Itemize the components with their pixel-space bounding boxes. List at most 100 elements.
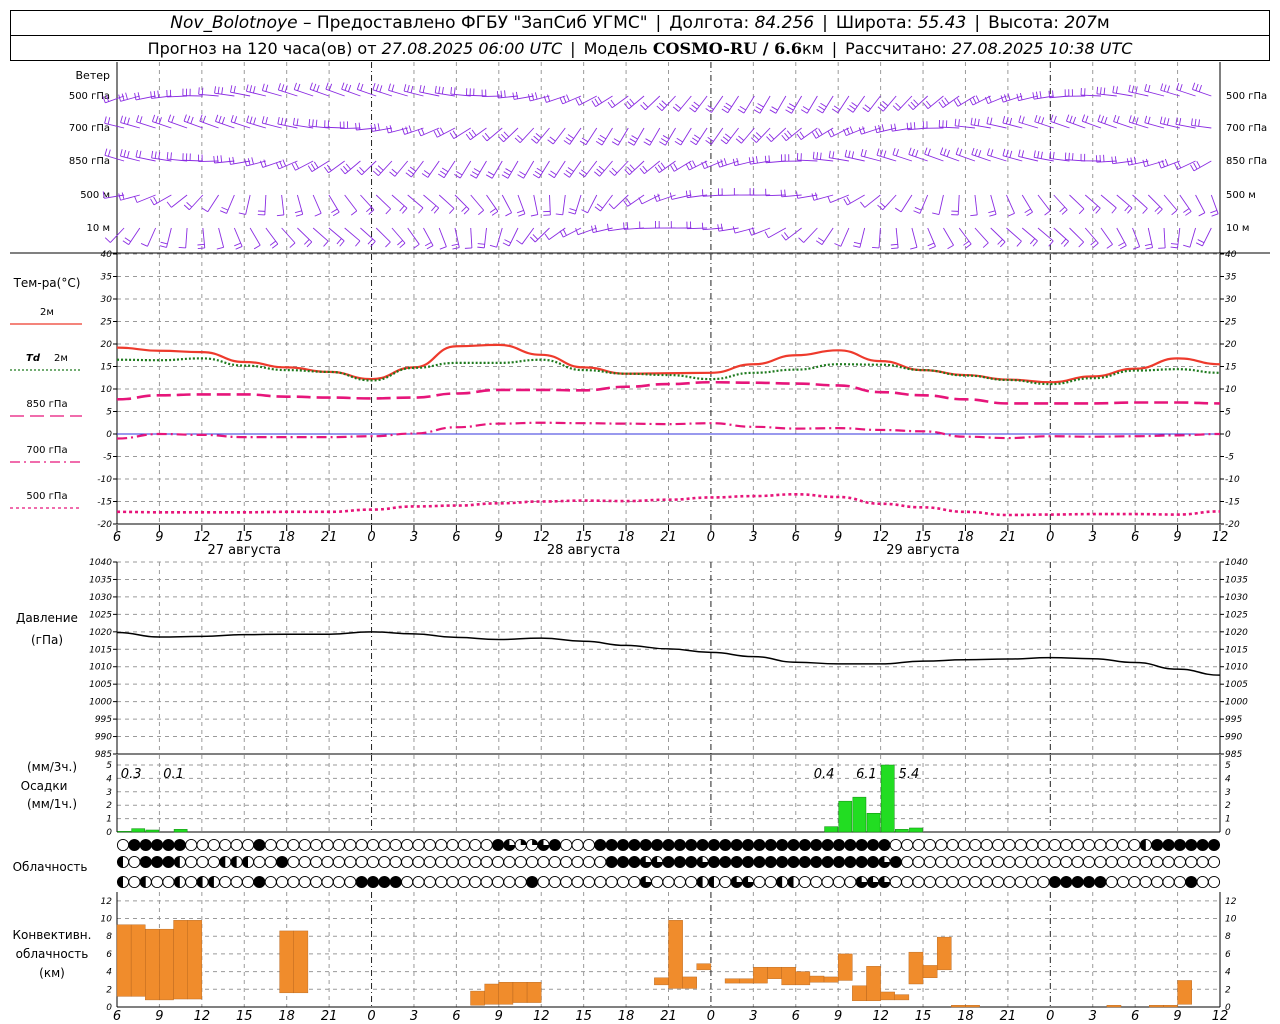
wind-barb-feather	[781, 134, 787, 141]
wind-barb-feather	[277, 116, 280, 124]
cloud-symbol	[230, 875, 243, 889]
cloud-symbol	[241, 875, 255, 889]
cloud-symbol	[616, 838, 630, 852]
cloud-circle	[685, 855, 698, 869]
wind-barb-feather	[316, 84, 320, 92]
wind-barb-shaft	[882, 194, 897, 211]
cloud-panel-label: Облачность	[13, 860, 88, 874]
wind-barb-feather	[645, 138, 652, 143]
wind-barb-feather	[1033, 150, 1036, 158]
cloud-symbol	[446, 875, 459, 889]
wind-barb-feather	[828, 150, 831, 158]
wind-barb-feather	[626, 100, 632, 107]
cloud-circle	[332, 875, 345, 889]
wind-barb	[512, 91, 534, 100]
cloud-symbol	[776, 838, 789, 852]
wind-barb-feather	[562, 95, 567, 103]
wind-barb-feather	[1178, 118, 1182, 126]
precip-units-3h: (мм/3ч.)	[27, 760, 77, 774]
cloud-circle	[571, 838, 584, 852]
wind-barb-feather	[1171, 209, 1178, 216]
wind-barb	[1179, 194, 1192, 216]
wind-barb-shaft	[600, 194, 613, 212]
wind-barb	[938, 120, 960, 129]
wind-barb	[1084, 227, 1099, 249]
wind-barb-feather	[439, 127, 445, 135]
x-tick-label: 21	[660, 1009, 677, 1024]
x-tick-label: 15	[915, 1009, 932, 1024]
wind-barb-feather	[882, 100, 889, 107]
cloud-symbol	[798, 855, 811, 869]
conv-panel-label: (км)	[39, 966, 65, 980]
wind-barb	[877, 194, 897, 211]
wind-level-label: 500 гПа	[69, 91, 110, 102]
cloud-circle	[1139, 875, 1152, 889]
wind-barb	[496, 90, 519, 99]
wind-barb-feather	[489, 244, 497, 248]
x-tick-label: 9	[495, 530, 503, 545]
cloud-symbol	[594, 838, 607, 852]
cloud-circle	[537, 855, 550, 869]
wind-level-label: 500 гПа	[1226, 91, 1267, 102]
wind-barb	[674, 127, 692, 146]
wind-barb-feather	[748, 228, 752, 236]
wind-barb-shaft	[911, 227, 918, 248]
wind-barb	[670, 221, 692, 229]
pressure-tick-label: 1005	[89, 680, 112, 690]
wind-barb-feather	[670, 165, 675, 172]
wind-barb	[1116, 227, 1127, 250]
wind-barb-shaft	[128, 227, 141, 245]
wind-barb-shaft	[246, 90, 266, 97]
wind-barb-feather	[914, 207, 922, 211]
wind-barb-feather	[1145, 247, 1153, 250]
wind-barb-shaft	[233, 227, 243, 247]
conv-tick-label: 8	[106, 932, 112, 942]
wind-barb-feather	[1194, 118, 1197, 126]
wind-barb-feather	[1198, 119, 1200, 127]
wind-barb-feather	[1061, 209, 1068, 215]
wind-barb-feather	[153, 90, 156, 99]
wind-barb-feather	[1100, 87, 1102, 95]
cloud-symbol	[389, 838, 402, 852]
date-label: 28 августа	[547, 543, 621, 558]
cloud-circle	[946, 838, 959, 852]
cloud-circle	[798, 855, 811, 869]
cloud-circle	[1082, 875, 1096, 889]
wind-barb-feather	[567, 134, 574, 139]
wind-barb-shaft	[775, 95, 787, 114]
wind-barb	[834, 227, 850, 247]
cloud-circle	[548, 838, 561, 852]
wind-level-label: 700 гПа	[1226, 123, 1267, 134]
wind-barb-shaft	[391, 227, 406, 244]
cloud-symbol	[969, 838, 982, 852]
wind-barb-feather	[1081, 114, 1086, 122]
cloud-symbol	[628, 875, 641, 889]
cloud-symbol	[1003, 855, 1016, 869]
x-tick-label: 12	[1212, 530, 1229, 545]
wind-barb-feather	[834, 243, 842, 247]
wind-barb-feather	[306, 241, 313, 248]
wind-barb-feather	[536, 167, 544, 173]
wind-barb-feather	[1118, 242, 1125, 247]
wind-barb-feather	[565, 170, 572, 175]
wind-barb	[297, 227, 313, 248]
wind-barb-shaft	[759, 95, 771, 114]
wind-barb-feather	[862, 126, 866, 134]
cloud-circle	[742, 855, 755, 869]
wind-barb-feather	[1147, 116, 1151, 124]
wind-barb-feather	[336, 238, 342, 245]
cloud-symbol	[116, 855, 130, 869]
cloud-symbol	[1185, 838, 1198, 852]
cloud-half	[697, 876, 703, 888]
wind-barb-feather	[911, 148, 915, 156]
x-tick-label: 6	[1131, 530, 1139, 545]
wind-barb-feather	[125, 92, 128, 100]
wind-barb-feather	[253, 244, 261, 250]
wind-barb	[568, 194, 582, 215]
wind-barb-feather	[820, 102, 827, 108]
wind-barb-feather	[818, 128, 823, 135]
cloud-circle	[628, 838, 641, 852]
cloud-symbol	[821, 855, 834, 869]
wind-barb-shaft	[360, 227, 376, 242]
wind-barb-feather	[955, 147, 959, 155]
